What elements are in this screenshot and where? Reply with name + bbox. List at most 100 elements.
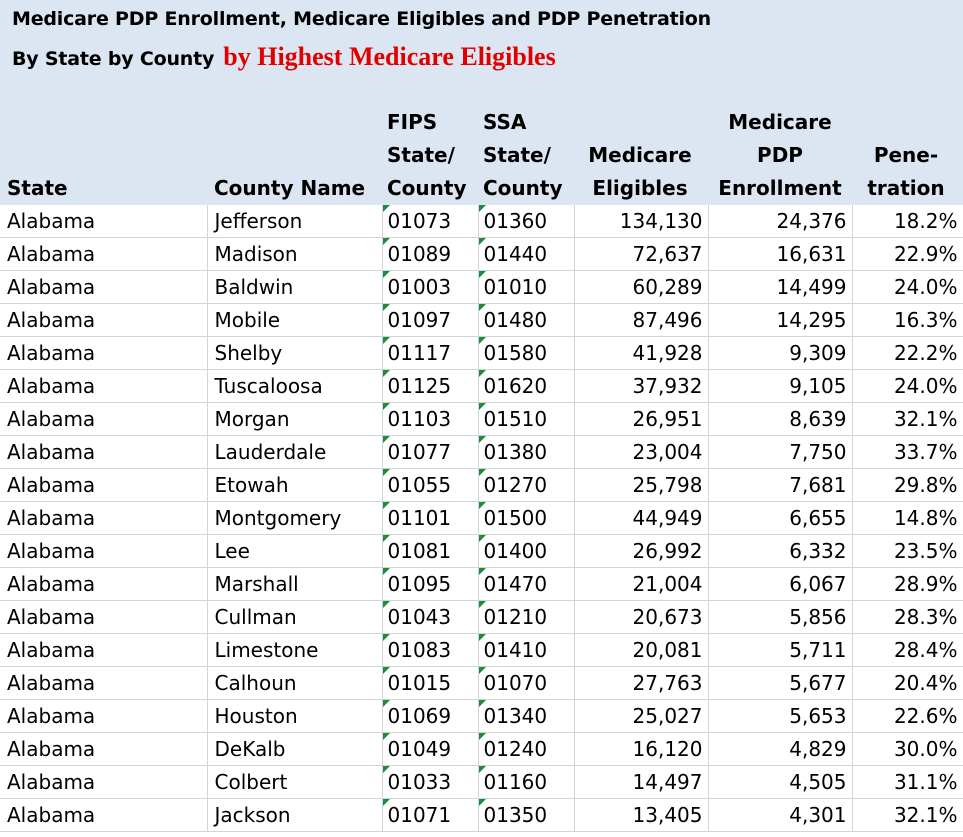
eligibles-cell[interactable]: 27,763 — [574, 666, 709, 700]
fips-cell[interactable]: 01081 — [382, 534, 479, 568]
eligibles-cell[interactable]: 25,798 — [574, 468, 709, 502]
penetration-cell[interactable]: 32.1% — [852, 402, 963, 436]
eligibles-cell[interactable]: 20,081 — [574, 633, 709, 667]
fips-cell[interactable]: 01101 — [382, 501, 479, 535]
enrollment-cell[interactable]: 9,105 — [708, 369, 853, 403]
enrollment-cell[interactable]: 6,655 — [708, 501, 853, 535]
state-cell[interactable]: Alabama — [0, 237, 208, 271]
fips-cell[interactable]: 01033 — [382, 765, 479, 799]
ssa-cell[interactable]: 01360 — [478, 205, 575, 238]
ssa-cell[interactable]: 01510 — [478, 402, 575, 436]
ssa-cell[interactable]: 01470 — [478, 567, 575, 601]
county-name-cell[interactable]: Etowah — [207, 468, 383, 502]
fips-cell[interactable]: 01073 — [382, 205, 479, 238]
penetration-cell[interactable]: 24.0% — [852, 270, 963, 304]
eligibles-cell[interactable]: 37,932 — [574, 369, 709, 403]
penetration-cell[interactable]: 30.0% — [852, 732, 963, 766]
ssa-cell[interactable]: 01400 — [478, 534, 575, 568]
enrollment-cell[interactable]: 4,505 — [708, 765, 853, 799]
county-name-cell[interactable]: Jackson — [207, 798, 383, 832]
enrollment-cell[interactable]: 5,711 — [708, 633, 853, 667]
fips-cell[interactable]: 01043 — [382, 600, 479, 634]
state-cell[interactable]: Alabama — [0, 402, 208, 436]
ssa-cell[interactable]: 01270 — [478, 468, 575, 502]
enrollment-cell[interactable]: 5,677 — [708, 666, 853, 700]
state-cell[interactable]: Alabama — [0, 600, 208, 634]
penetration-cell[interactable]: 20.4% — [852, 666, 963, 700]
county-name-cell[interactable]: Cullman — [207, 600, 383, 634]
penetration-cell[interactable]: 22.6% — [852, 699, 963, 733]
state-cell[interactable]: Alabama — [0, 732, 208, 766]
state-cell[interactable]: Alabama — [0, 205, 208, 238]
eligibles-cell[interactable]: 21,004 — [574, 567, 709, 601]
enrollment-cell[interactable]: 16,631 — [708, 237, 853, 271]
enrollment-cell[interactable]: 6,067 — [708, 567, 853, 601]
ssa-cell[interactable]: 01240 — [478, 732, 575, 766]
ssa-cell[interactable]: 01340 — [478, 699, 575, 733]
enrollment-cell[interactable]: 24,376 — [708, 205, 853, 238]
penetration-cell[interactable]: 33.7% — [852, 435, 963, 469]
county-name-cell[interactable]: Jefferson — [207, 205, 383, 238]
eligibles-cell[interactable]: 72,637 — [574, 237, 709, 271]
header-state[interactable]: State — [7, 172, 68, 205]
state-cell[interactable]: Alabama — [0, 534, 208, 568]
fips-cell[interactable]: 01069 — [382, 699, 479, 733]
eligibles-cell[interactable]: 44,949 — [574, 501, 709, 535]
enrollment-cell[interactable]: 14,499 — [708, 270, 853, 304]
fips-cell[interactable]: 01015 — [382, 666, 479, 700]
eligibles-cell[interactable]: 26,992 — [574, 534, 709, 568]
fips-cell[interactable]: 01083 — [382, 633, 479, 667]
ssa-cell[interactable]: 01440 — [478, 237, 575, 271]
county-name-cell[interactable]: Madison — [207, 237, 383, 271]
county-name-cell[interactable]: Montgomery — [207, 501, 383, 535]
eligibles-cell[interactable]: 41,928 — [574, 336, 709, 370]
state-cell[interactable]: Alabama — [0, 336, 208, 370]
state-cell[interactable]: Alabama — [0, 501, 208, 535]
ssa-cell[interactable]: 01350 — [478, 798, 575, 832]
eligibles-cell[interactable]: 87,496 — [574, 303, 709, 337]
fips-cell[interactable]: 01089 — [382, 237, 479, 271]
fips-cell[interactable]: 01077 — [382, 435, 479, 469]
penetration-cell[interactable]: 18.2% — [852, 205, 963, 238]
header-county-name[interactable]: County Name — [214, 172, 365, 205]
ssa-cell[interactable]: 01480 — [478, 303, 575, 337]
state-cell[interactable]: Alabama — [0, 435, 208, 469]
ssa-cell[interactable]: 01580 — [478, 336, 575, 370]
enrollment-cell[interactable]: 4,301 — [708, 798, 853, 832]
penetration-cell[interactable]: 31.1% — [852, 765, 963, 799]
header-enrollment[interactable]: Medicare PDP Enrollment — [712, 106, 848, 205]
ssa-cell[interactable]: 01620 — [478, 369, 575, 403]
fips-cell[interactable]: 01125 — [382, 369, 479, 403]
eligibles-cell[interactable]: 26,951 — [574, 402, 709, 436]
county-name-cell[interactable]: Baldwin — [207, 270, 383, 304]
penetration-cell[interactable]: 28.4% — [852, 633, 963, 667]
enrollment-cell[interactable]: 6,332 — [708, 534, 853, 568]
county-name-cell[interactable]: DeKalb — [207, 732, 383, 766]
header-fips[interactable]: FIPS State/ County — [387, 106, 467, 205]
header-penetration[interactable]: Pene- tration — [858, 139, 954, 205]
ssa-cell[interactable]: 01500 — [478, 501, 575, 535]
county-name-cell[interactable]: Calhoun — [207, 666, 383, 700]
fips-cell[interactable]: 01055 — [382, 468, 479, 502]
eligibles-cell[interactable]: 13,405 — [574, 798, 709, 832]
penetration-cell[interactable]: 22.9% — [852, 237, 963, 271]
county-name-cell[interactable]: Tuscaloosa — [207, 369, 383, 403]
fips-cell[interactable]: 01071 — [382, 798, 479, 832]
penetration-cell[interactable]: 23.5% — [852, 534, 963, 568]
eligibles-cell[interactable]: 16,120 — [574, 732, 709, 766]
ssa-cell[interactable]: 01070 — [478, 666, 575, 700]
state-cell[interactable]: Alabama — [0, 633, 208, 667]
enrollment-cell[interactable]: 8,639 — [708, 402, 853, 436]
state-cell[interactable]: Alabama — [0, 270, 208, 304]
penetration-cell[interactable]: 29.8% — [852, 468, 963, 502]
state-cell[interactable]: Alabama — [0, 567, 208, 601]
state-cell[interactable]: Alabama — [0, 468, 208, 502]
state-cell[interactable]: Alabama — [0, 765, 208, 799]
county-name-cell[interactable]: Shelby — [207, 336, 383, 370]
fips-cell[interactable]: 01003 — [382, 270, 479, 304]
state-cell[interactable]: Alabama — [0, 303, 208, 337]
penetration-cell[interactable]: 24.0% — [852, 369, 963, 403]
county-name-cell[interactable]: Limestone — [207, 633, 383, 667]
eligibles-cell[interactable]: 134,130 — [574, 205, 709, 238]
enrollment-cell[interactable]: 7,681 — [708, 468, 853, 502]
